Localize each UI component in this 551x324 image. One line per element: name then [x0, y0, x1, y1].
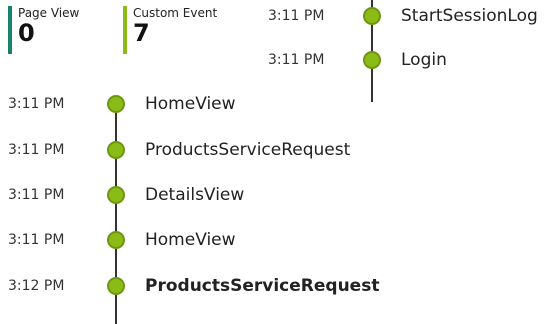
event-time: 3:11 PM: [8, 187, 65, 203]
timeline-event[interactable]: 3:11 PM DetailsView: [0, 183, 551, 207]
timeline-event[interactable]: 3:11 PM Login: [0, 48, 551, 72]
event-dot-icon: [363, 7, 381, 25]
timeline-event-selected[interactable]: 3:12 PM ProductsServiceRequest: [0, 274, 551, 298]
event-time: 3:11 PM: [8, 96, 65, 112]
timeline-event[interactable]: 3:11 PM HomeView: [0, 92, 551, 116]
event-dot-icon: [107, 141, 125, 159]
event-dot-icon: [363, 51, 381, 69]
timeline-event[interactable]: 3:11 PM HomeView: [0, 228, 551, 252]
event-name: StartSessionLog: [401, 6, 538, 26]
event-dot-icon: [107, 186, 125, 204]
event-time: 3:11 PM: [268, 8, 325, 24]
event-name: Login: [401, 50, 447, 70]
event-time: 3:11 PM: [8, 142, 65, 158]
event-dot-icon: [107, 277, 125, 295]
event-name: DetailsView: [145, 185, 245, 205]
event-dot-icon: [107, 95, 125, 113]
timeline-event[interactable]: 3:11 PM StartSessionLog: [0, 4, 551, 28]
event-name: HomeView: [145, 94, 236, 114]
event-time: 3:11 PM: [268, 52, 325, 68]
event-name: HomeView: [145, 230, 236, 250]
event-name: ProductsServiceRequest: [145, 140, 351, 160]
event-dot-icon: [107, 231, 125, 249]
timeline-event[interactable]: 3:11 PM ProductsServiceRequest: [0, 138, 551, 162]
event-time: 3:11 PM: [8, 232, 65, 248]
event-name: ProductsServiceRequest: [145, 276, 380, 296]
event-time: 3:12 PM: [8, 278, 65, 294]
